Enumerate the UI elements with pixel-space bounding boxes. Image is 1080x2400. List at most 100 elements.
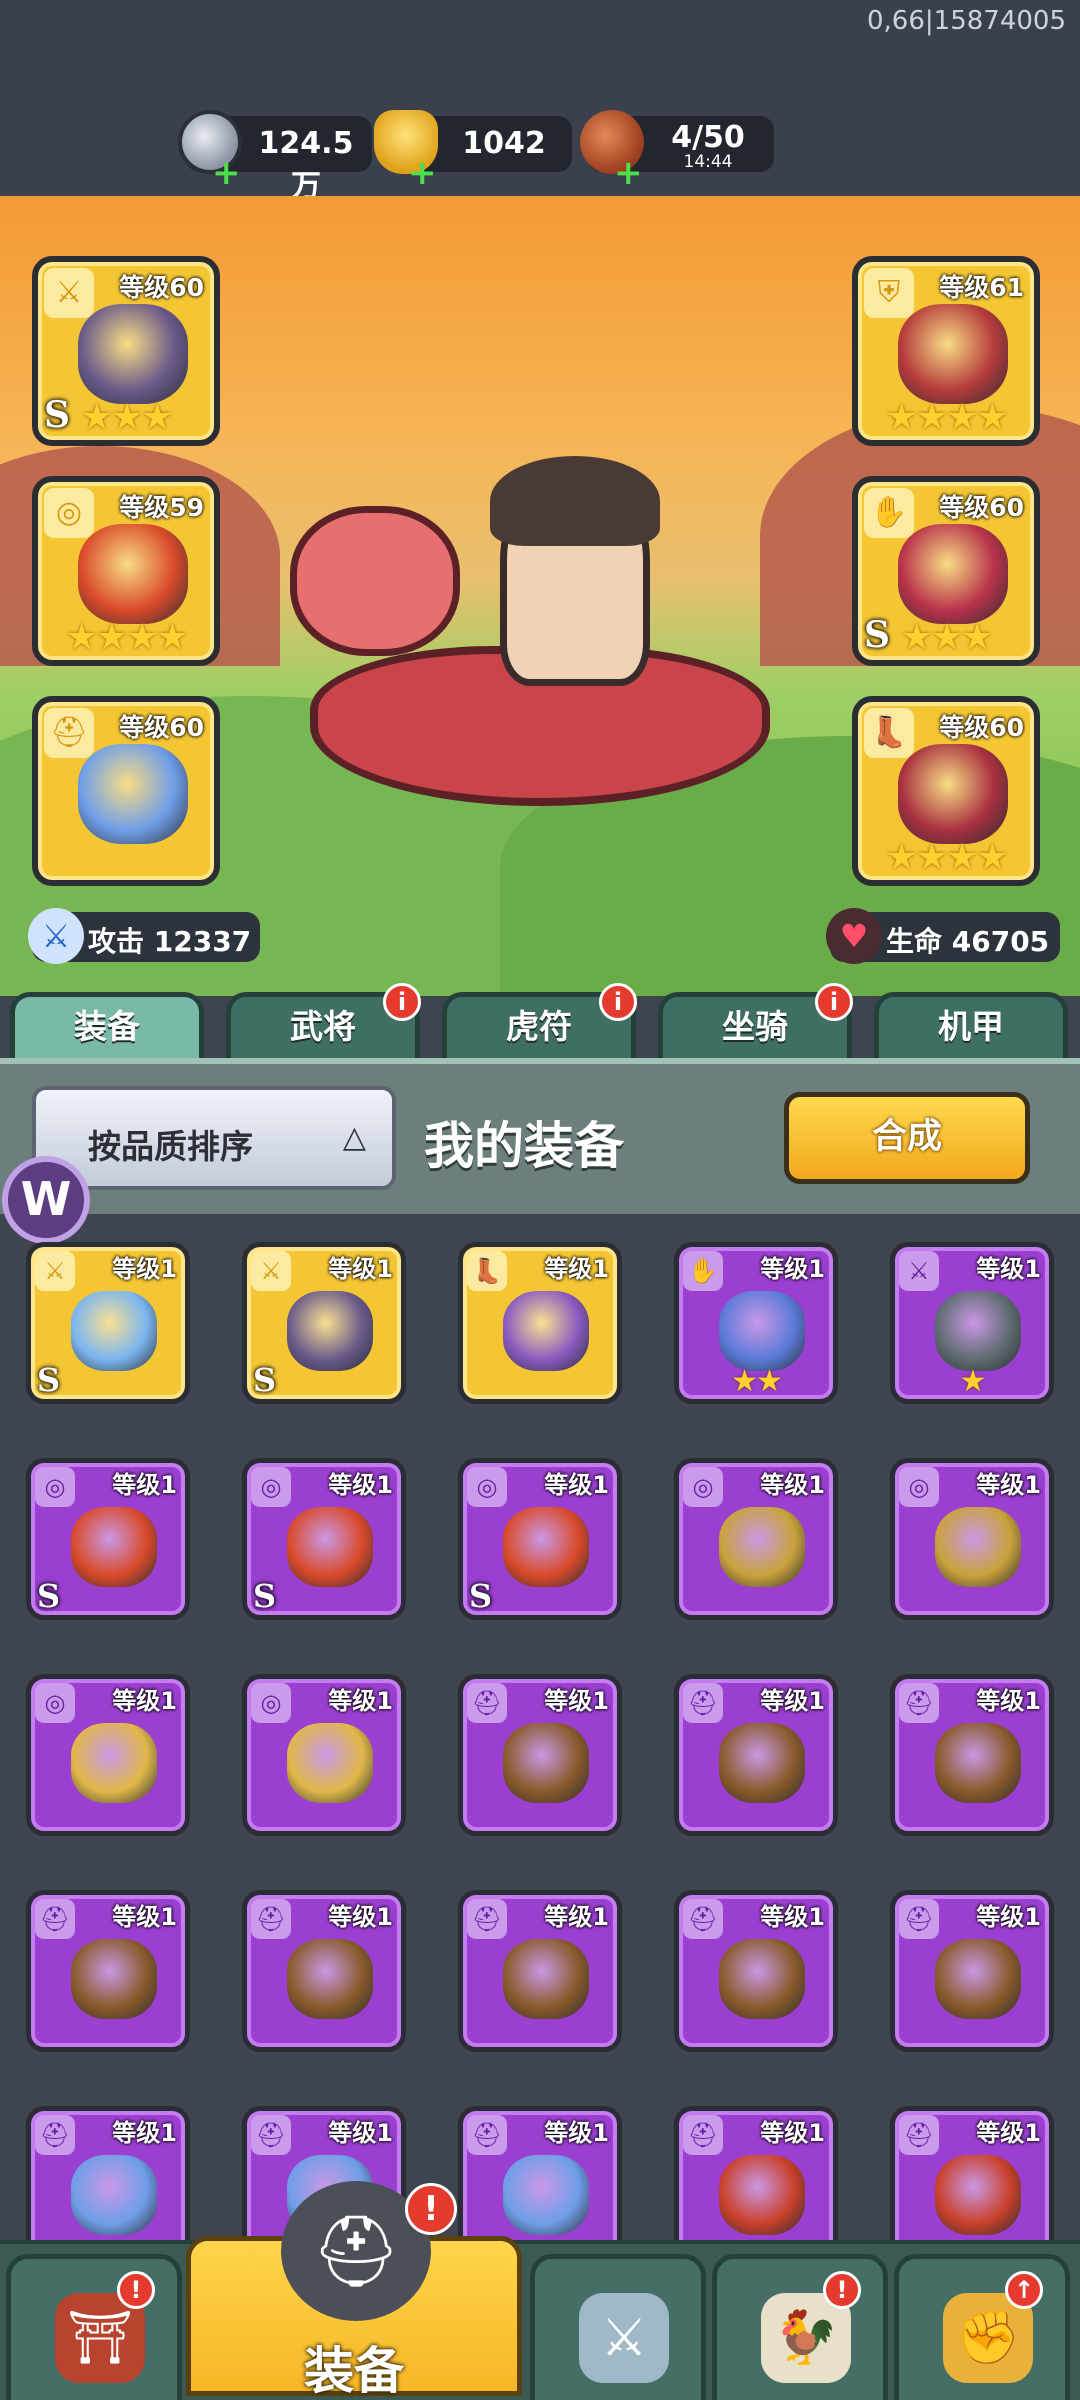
add-silver-icon[interactable]: + [212, 156, 241, 190]
equipped-armor-slot[interactable]: ⛨ 等级61 ★★★★ [852, 256, 1040, 446]
item-level: 等级1 [544, 1255, 609, 1283]
inventory-item[interactable]: ⛑ 等级1 [458, 1890, 622, 2052]
star-rating: ★ [959, 1364, 987, 1399]
inventory-item[interactable]: ⛑ 等级1 [26, 2106, 190, 2244]
inventory-item[interactable]: ◎ 等级1 [674, 1458, 838, 1620]
star-rating: ★★ [731, 1364, 783, 1399]
item-type-icon: ⛑ [899, 2115, 939, 2155]
alert-badge-icon: ! [823, 2271, 861, 2309]
top-bar: 0,66|15874005 124.5万 + 1042 + 4/50 14:44… [0, 0, 1080, 204]
item-art-icon [71, 1291, 157, 1371]
inventory-header: 按品质排序 △ 我的装备 合成 [0, 1058, 1080, 1214]
item-art-icon [71, 1723, 157, 1803]
weapon-art-icon [78, 304, 188, 404]
tab-2[interactable]: 虎符 i [442, 983, 637, 1062]
add-gold-icon[interactable]: + [408, 156, 437, 190]
item-level: 等级1 [112, 1255, 177, 1283]
item-level: 等级1 [760, 1687, 825, 1715]
add-stamina-icon[interactable]: + [614, 156, 643, 190]
star-rating: ★★★★ [885, 837, 1008, 878]
item-art-icon [719, 1507, 805, 1587]
stamina-value: 4/50 [671, 120, 745, 155]
inventory-item[interactable]: ◎ 等级1 S [242, 1458, 406, 1620]
item-type-icon: ⛑ [467, 2115, 507, 2155]
inventory-item[interactable]: ⚔ 等级1 ★ [890, 1242, 1054, 1404]
equipped-weapon-slot[interactable]: ⚔ 等级60 S ★★★ [32, 256, 220, 446]
equipped-helmet-slot[interactable]: ⛑ 等级60 [32, 696, 220, 886]
inventory-item[interactable]: ⛑ 等级1 [674, 1674, 838, 1836]
equipped-gloves-slot[interactable]: ✋ 等级60 S ★★★ [852, 476, 1040, 666]
inventory-item[interactable]: ⛑ 等级1 [890, 2106, 1054, 2244]
item-level: 等级1 [760, 2119, 825, 2147]
item-type-icon: ⛑ [251, 1899, 291, 1939]
grade-badge: S [37, 1577, 61, 1615]
inventory-item[interactable]: ⛑ 等级1 [242, 1890, 406, 2052]
gear-level: 等级60 [119, 273, 204, 302]
equipped-boots-slot[interactable]: 👢 等级60 ★★★★ [852, 696, 1040, 886]
item-type-icon: ◎ [683, 1467, 723, 1507]
item-art-icon [287, 1291, 373, 1371]
nav-gate[interactable]: ⛩! [6, 2254, 182, 2400]
category-tabs: 装备 武将 i 虎符 i 坐骑 i 机甲 [0, 983, 1080, 1062]
inventory-item[interactable]: ⛑ 等级1 [890, 1890, 1054, 2052]
inventory-item[interactable]: ⛑ 等级1 [674, 1890, 838, 2052]
info-badge-icon: i [599, 983, 637, 1021]
boots-type-icon: 👢 [864, 708, 914, 758]
item-art-icon [935, 1723, 1021, 1803]
gear-level: 等级61 [939, 273, 1024, 302]
inventory-item[interactable]: ⛑ 等级1 [890, 1674, 1054, 1836]
inventory-item[interactable]: ⚔ 等级1 S [26, 1242, 190, 1404]
inventory-item[interactable]: 👢 等级1 [458, 1242, 622, 1404]
item-type-icon: ⛑ [35, 1899, 75, 1939]
silver-counter[interactable]: 124.5万 + [178, 110, 372, 204]
attack-stat: ⚔ 攻击 12337 [28, 908, 260, 964]
inventory-item[interactable]: ✋ 等级1 ★★ [674, 1242, 838, 1404]
inventory-item[interactable]: ◎ 等级1 [890, 1458, 1054, 1620]
hp-stat: ♥ 生命 46705 [826, 908, 1060, 964]
item-type-icon: ⚔ [35, 1251, 75, 1291]
inventory-item[interactable]: ⛑ 等级1 [458, 2106, 622, 2244]
helmet-art-icon [78, 744, 188, 844]
hero-scene: ⚔ 等级60 S ★★★ ⛨ 等级61 ★★★★ ◎ 等级59 ★★★★ ✋ 等级60 S ★★★ ⛑ 等级6… [0, 196, 1080, 996]
item-level: 等级1 [328, 1255, 393, 1283]
nav-equipment[interactable]: ⛑ 装备! [186, 2181, 522, 2400]
tab-label: 虎符 [506, 1007, 572, 1046]
item-level: 等级1 [976, 1471, 1041, 1499]
alert-badge-icon: ! [405, 2183, 457, 2235]
equipped-accessory-slot[interactable]: ◎ 等级59 ★★★★ [32, 476, 220, 666]
inventory-item[interactable]: ⛑ 等级1 [26, 1890, 190, 2052]
item-art-icon [935, 1507, 1021, 1587]
hp-value: 生命 46705 [886, 925, 1050, 958]
tab-4[interactable]: 机甲 [874, 992, 1068, 1062]
nav-battle[interactable]: ⚔ [530, 2254, 706, 2400]
inventory-item[interactable]: ◎ 等级1 S [458, 1458, 622, 1620]
inventory-item[interactable]: ◎ 等级1 S [26, 1458, 190, 1620]
tab-0[interactable]: 装备 [10, 992, 204, 1062]
bottom-navigation: ⛩! ⛑ 装备! ⚔ 🐓! ✊ ↑ [0, 2181, 1080, 2400]
merge-button[interactable]: 合成 [784, 1092, 1030, 1184]
item-type-icon: 👢 [467, 1251, 507, 1291]
star-rating: ★★★★ [65, 617, 188, 658]
gear-level: 等级60 [939, 493, 1024, 522]
tab-1[interactable]: 武将 i [226, 983, 421, 1062]
item-type-icon: ⛑ [467, 1899, 507, 1939]
inventory-item[interactable]: ⛑ 等级1 [674, 2106, 838, 2244]
inventory-item[interactable]: ⚔ 等级1 S [242, 1242, 406, 1404]
inventory-item[interactable]: ◎ 等级1 [242, 1674, 406, 1836]
gold-counter[interactable]: 1042 + [374, 110, 572, 190]
tab-label: 坐骑 [722, 1007, 788, 1046]
item-art-icon [503, 1723, 589, 1803]
nav-upgrade[interactable]: ✊ ↑ [894, 2254, 1070, 2400]
tab-3[interactable]: 坐骑 i [658, 983, 853, 1062]
stamina-counter[interactable]: 4/50 14:44 + [580, 110, 774, 190]
nav-chicken[interactable]: 🐓! [712, 2254, 888, 2400]
inventory-grid[interactable]: ⚔ 等级1 S ⚔ 等级1 S 👢 等级1 ✋ 等级1 ★★ ⚔ 等级1 ★ ◎ 等级1 S ◎ 等级1 S ◎ 等级1 S… [0, 1214, 1080, 2244]
hero-character[interactable] [270, 446, 790, 826]
stamina-timer: 14:44 [683, 152, 733, 172]
sort-dropdown[interactable]: 按品质排序 △ [32, 1086, 396, 1190]
item-art-icon [503, 1291, 589, 1371]
alert-badge-icon: ! [117, 2271, 155, 2309]
inventory-item[interactable]: ⛑ 等级1 [458, 1674, 622, 1836]
item-art-icon [503, 2155, 589, 2235]
inventory-item[interactable]: ◎ 等级1 [26, 1674, 190, 1836]
